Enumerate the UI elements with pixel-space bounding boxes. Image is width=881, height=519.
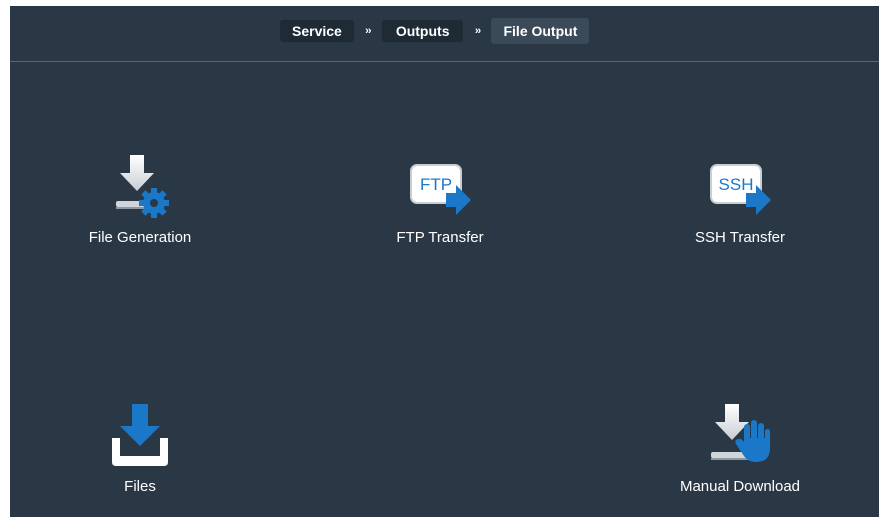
ftp-transfer-icon: FTP	[410, 164, 471, 215]
breadcrumb-separator: ››	[474, 25, 481, 37]
ftp-badge-text: FTP	[420, 175, 452, 194]
tile-files[interactable]: Files	[40, 402, 240, 495]
tray-download-icon	[112, 404, 168, 466]
breadcrumb: Service ›› Outputs ›› File Output	[280, 18, 590, 44]
tile-ssh-transfer[interactable]: SSH SSH Transfer	[640, 163, 840, 246]
tile-label: SSH Transfer	[694, 229, 786, 246]
tile-label: Files	[124, 478, 156, 495]
tile-label: File Generation	[88, 229, 192, 246]
tile-ftp-transfer[interactable]: FTP FTP Transfer	[340, 163, 540, 246]
top-bar: Service ›› Outputs ›› File Output	[10, 6, 879, 62]
tile-label: FTP Transfer	[396, 229, 484, 246]
breadcrumb-file-output[interactable]: File Output	[491, 18, 590, 44]
ssh-transfer-icon: SSH	[710, 164, 771, 215]
tile-label: Manual Download	[679, 478, 801, 495]
tile-file-generation[interactable]: File Generation	[40, 153, 240, 246]
download-hand-icon	[711, 404, 770, 462]
breadcrumb-service[interactable]: Service	[280, 20, 354, 42]
breadcrumb-outputs[interactable]: Outputs	[381, 20, 464, 42]
main-window: Service ›› Outputs ›› File Output File G…	[10, 6, 879, 517]
tile-manual-download[interactable]: Manual Download	[640, 402, 840, 495]
breadcrumb-separator: ››	[365, 25, 371, 37]
ssh-badge-text: SSH	[719, 175, 754, 194]
download-gear-icon	[116, 155, 169, 218]
